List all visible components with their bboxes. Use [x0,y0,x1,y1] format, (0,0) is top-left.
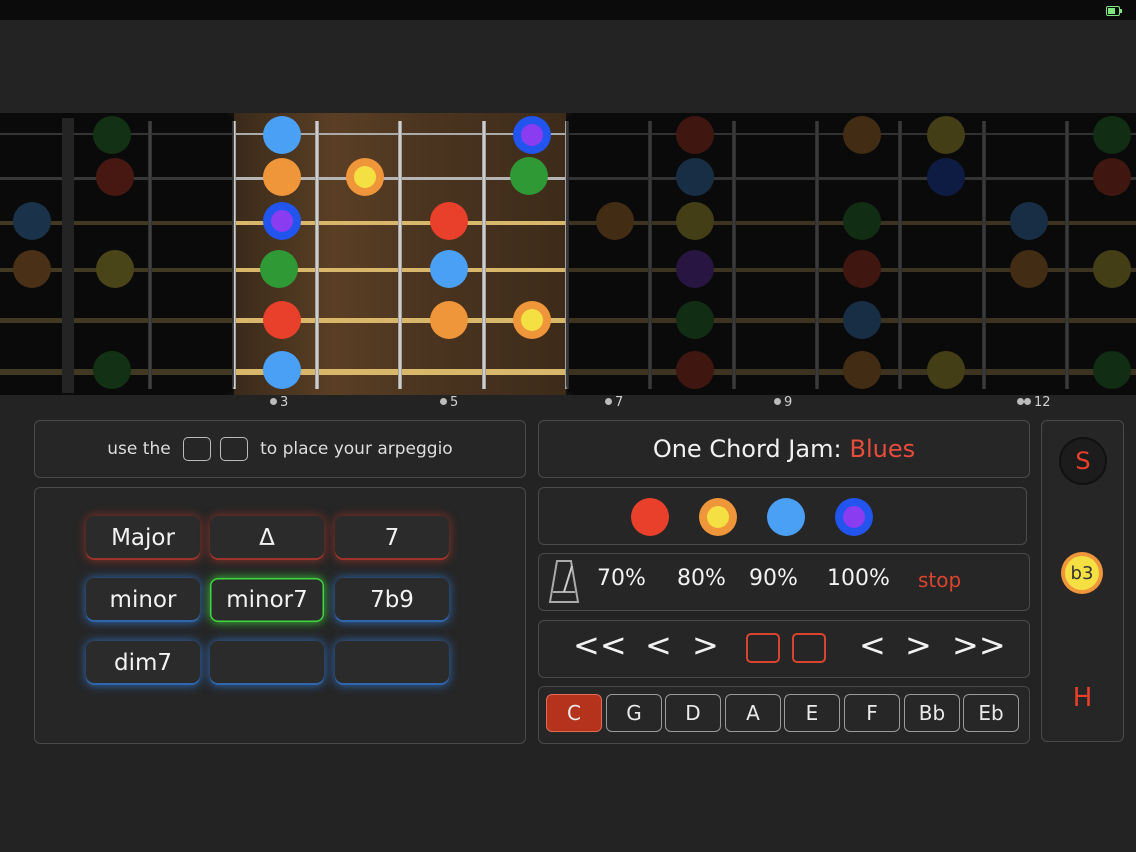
fret-number: 3 [270,395,288,410]
fret-number: 5 [440,395,458,410]
key-f-button[interactable]: F [844,694,900,732]
fifth-note-icon[interactable] [767,498,805,536]
fretboard-dim-left [0,113,234,395]
status-bar [0,0,1136,20]
hint-suffix: to place your arpeggio [260,439,453,459]
h-button[interactable]: H [1042,683,1123,713]
chord-dom7-button[interactable]: 7 [335,516,449,560]
fretboard[interactable] [0,113,1136,395]
fret-number: 12 [1017,395,1051,410]
note-dot[interactable] [513,301,551,339]
key-e-button[interactable]: E [784,694,840,732]
key-c-button[interactable]: C [546,694,602,732]
fret [482,121,486,389]
fret [398,121,402,389]
placement-box-icon [220,437,249,461]
chord-dim7-button[interactable]: dim7 [86,641,200,685]
speed-100-button[interactable]: 100% [827,566,890,591]
fret-number: 7 [605,395,623,410]
key-eb-button[interactable]: Eb [963,694,1019,732]
speed-90-button[interactable]: 90% [749,566,798,591]
chord-minor-button[interactable]: minor [86,578,200,622]
chord-empty-button[interactable] [335,641,449,685]
prev-position-button[interactable]: < [859,626,886,664]
note-dot[interactable] [263,202,301,240]
root-note-icon[interactable] [631,498,669,536]
speed-80-button[interactable]: 80% [677,566,726,591]
battery-icon [1106,6,1122,16]
key-g-button[interactable]: G [606,694,662,732]
note-dot[interactable] [263,158,301,196]
next-position-button[interactable]: > [905,626,932,664]
note-dot[interactable] [346,158,384,196]
next-button[interactable]: > [692,626,719,664]
jam-title: One Chord Jam: [652,435,842,463]
chord-maj7-button[interactable]: Δ [210,516,324,560]
position-box-1[interactable] [746,633,780,663]
jam-style[interactable]: Blues [850,435,916,463]
third-note-icon[interactable] [699,498,737,536]
stop-button[interactable]: stop [918,568,961,592]
hint-panel: use the to place your arpeggio [34,420,526,478]
note-dot[interactable] [430,250,468,288]
note-dot[interactable] [260,250,298,288]
note-legend-panel [538,487,1027,545]
note-dot[interactable] [513,116,551,154]
note-dot[interactable] [263,116,301,154]
fret-number: 9 [774,395,792,410]
note-dot[interactable] [430,301,468,339]
seventh-note-icon[interactable] [835,498,873,536]
b3-button[interactable]: b3 [1061,552,1103,594]
note-dot[interactable] [263,351,301,389]
s-button[interactable]: S [1059,437,1107,485]
fret [315,121,319,389]
speed-70-button[interactable]: 70% [597,566,646,591]
key-bb-button[interactable]: Bb [904,694,960,732]
jam-title-panel: One Chord Jam: Blues [538,420,1030,478]
note-dot[interactable] [510,157,548,195]
side-panel: S b3 H [1041,420,1124,742]
key-d-button[interactable]: D [665,694,721,732]
metronome-icon[interactable] [548,558,580,606]
note-dot[interactable] [430,202,468,240]
rewind-button[interactable]: << [573,626,627,664]
placement-box-icon [182,437,211,461]
key-a-button[interactable]: A [725,694,781,732]
chord-major-button[interactable]: Major [86,516,200,560]
chord-empty-button[interactable] [210,641,324,685]
chord-7b9-button[interactable]: 7b9 [335,578,449,622]
hint-prefix: use the [107,439,171,459]
note-dot[interactable] [263,301,301,339]
chord-minor7-button[interactable]: minor7 [210,578,324,622]
forward-button[interactable]: >> [952,626,1006,664]
fretboard-dim-right [566,113,1136,395]
prev-button[interactable]: < [645,626,672,664]
position-box-2[interactable] [792,633,826,663]
